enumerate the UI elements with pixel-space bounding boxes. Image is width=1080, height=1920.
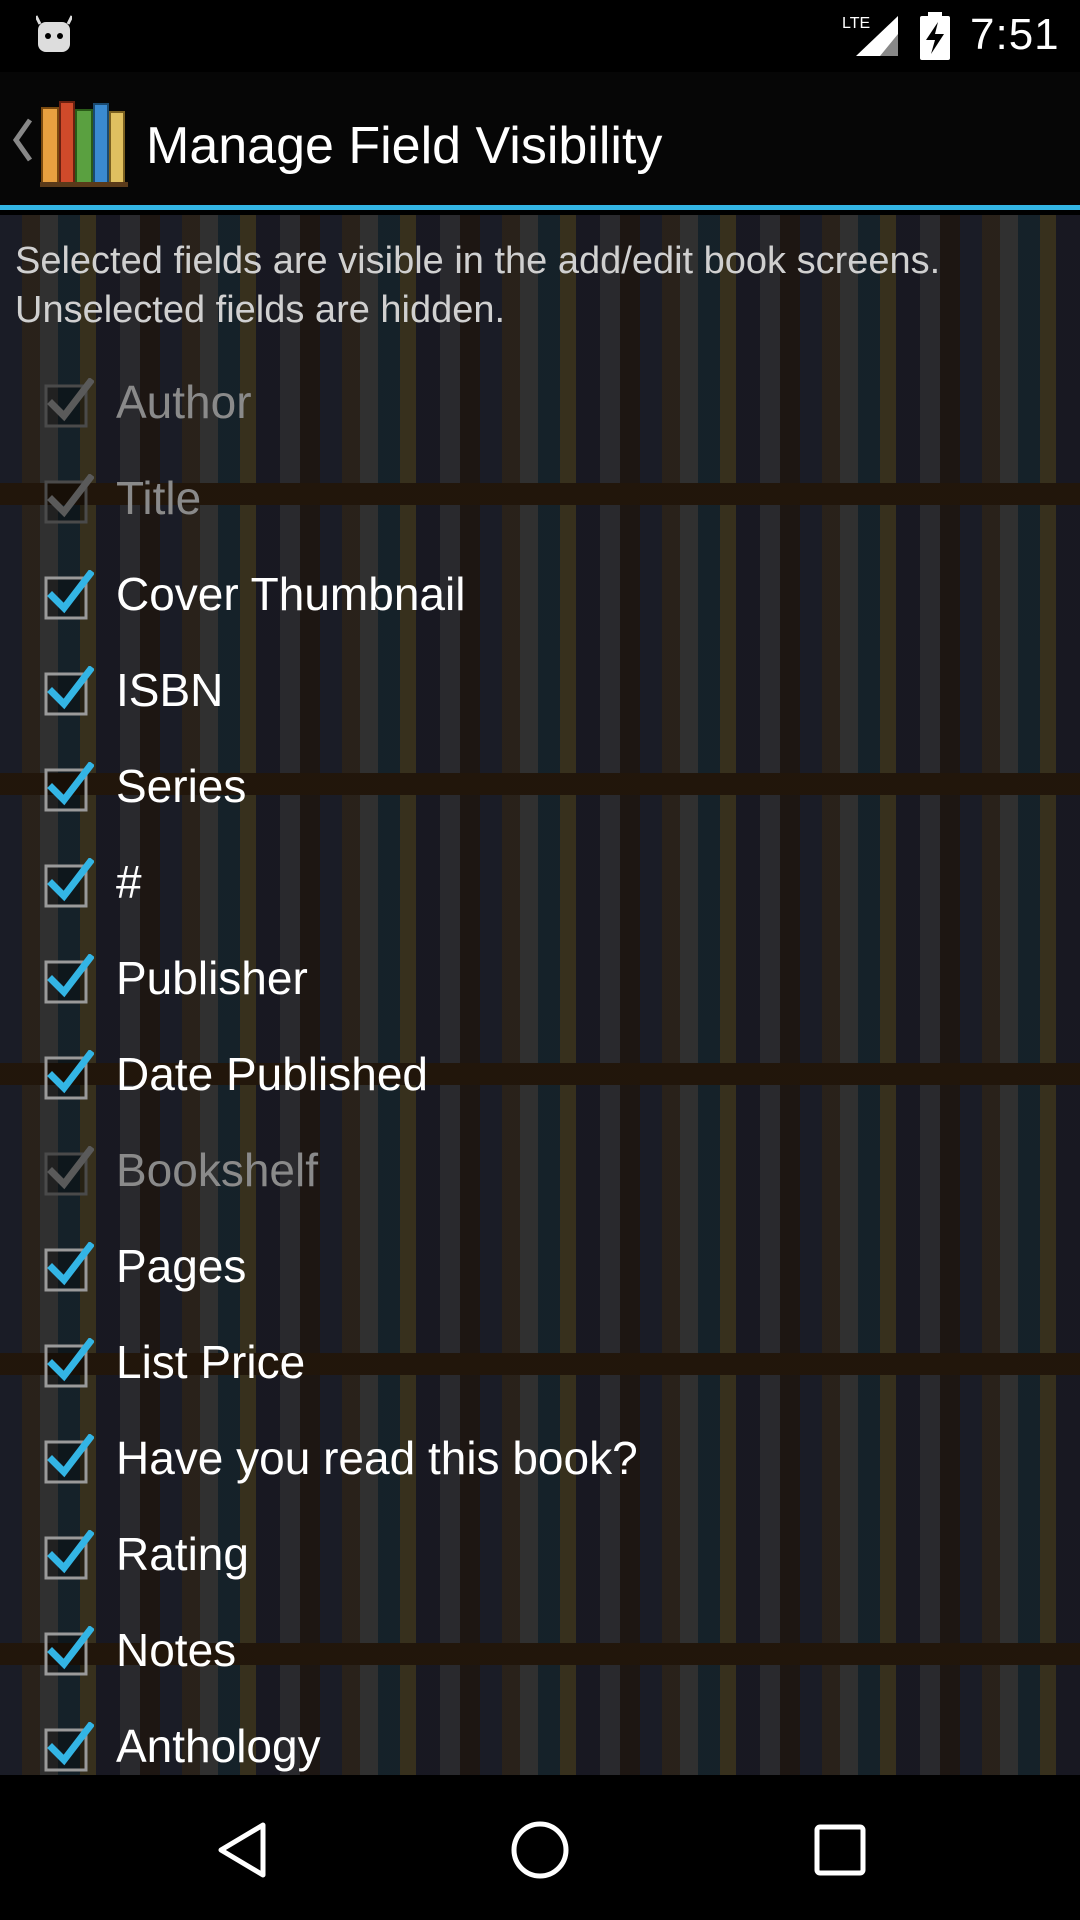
checkbox-icon[interactable] xyxy=(44,570,94,620)
field-label: Bookshelf xyxy=(116,1144,319,1196)
field-row: Author xyxy=(0,355,1080,451)
back-triangle-icon[interactable] xyxy=(207,1815,277,1885)
home-circle-icon[interactable] xyxy=(505,1815,575,1885)
field-row[interactable]: Rating xyxy=(0,1507,1080,1603)
field-label: Pages xyxy=(116,1240,247,1292)
battery-charging-icon xyxy=(920,12,950,60)
field-label: Title xyxy=(116,472,202,524)
field-row[interactable]: Pages xyxy=(0,1219,1080,1315)
checkbox-icon[interactable] xyxy=(44,1626,94,1676)
checkbox-icon[interactable] xyxy=(44,858,94,908)
checkbox-icon[interactable] xyxy=(44,666,94,716)
recents-square-icon[interactable] xyxy=(805,1815,875,1885)
field-row: Title xyxy=(0,451,1080,547)
field-label: Publisher xyxy=(116,952,308,1004)
screen-title: Manage Field Visibility xyxy=(146,117,663,175)
checkbox-icon[interactable] xyxy=(44,1242,94,1292)
android-robot-icon xyxy=(36,15,72,52)
field-label: Author xyxy=(116,376,252,428)
books-icon[interactable] xyxy=(40,96,128,188)
field-row[interactable]: Date Published xyxy=(0,1027,1080,1123)
content-area: Selected fields are visible in the add/e… xyxy=(0,215,1080,1775)
field-label: # xyxy=(116,856,142,908)
field-label: Notes xyxy=(116,1624,237,1676)
field-row[interactable]: Notes xyxy=(0,1603,1080,1699)
checkbox-icon xyxy=(44,378,94,428)
field-label: Anthology xyxy=(116,1720,321,1772)
status-bar: LTE 7:51 xyxy=(0,0,1080,72)
description-text: Selected fields are visible in the add/e… xyxy=(15,240,941,331)
field-label: Rating xyxy=(116,1528,249,1580)
checkbox-icon[interactable] xyxy=(44,1530,94,1580)
field-label: Cover Thumbnail xyxy=(116,568,466,620)
checkbox-icon[interactable] xyxy=(44,1338,94,1388)
checkbox-icon[interactable] xyxy=(44,762,94,812)
network-label: LTE xyxy=(842,15,870,32)
field-row[interactable]: Cover Thumbnail xyxy=(0,547,1080,643)
field-row[interactable]: Anthology xyxy=(0,1699,1080,1775)
field-row[interactable]: Series xyxy=(0,739,1080,835)
field-row[interactable]: Publisher xyxy=(0,931,1080,1027)
field-row: Bookshelf xyxy=(0,1123,1080,1219)
lte-signal-icon: LTE xyxy=(842,15,898,56)
checkbox-icon[interactable] xyxy=(44,954,94,1004)
field-label: ISBN xyxy=(116,664,224,716)
field-label: Series xyxy=(116,760,247,812)
status-time: 7:51 xyxy=(970,10,1060,59)
field-row[interactable]: # xyxy=(0,835,1080,931)
field-row[interactable]: ISBN xyxy=(0,643,1080,739)
checkbox-icon[interactable] xyxy=(44,1050,94,1100)
checkbox-icon[interactable] xyxy=(44,1722,94,1772)
up-chevron-icon[interactable] xyxy=(10,116,36,164)
checkbox-icon xyxy=(44,1146,94,1196)
field-label: Have you read this book? xyxy=(116,1432,638,1484)
navigation-bar xyxy=(0,1775,1080,1920)
field-list: Author Title Cover Thumbnail ISBN Series # Pub… xyxy=(0,355,1080,1775)
field-label: List Price xyxy=(116,1336,306,1388)
field-row[interactable]: Have you read this book? xyxy=(0,1411,1080,1507)
checkbox-icon[interactable] xyxy=(44,1434,94,1484)
field-label: Date Published xyxy=(116,1048,428,1100)
checkbox-icon xyxy=(44,474,94,524)
action-bar: Manage Field Visibility xyxy=(0,72,1080,210)
field-row[interactable]: List Price xyxy=(0,1315,1080,1411)
